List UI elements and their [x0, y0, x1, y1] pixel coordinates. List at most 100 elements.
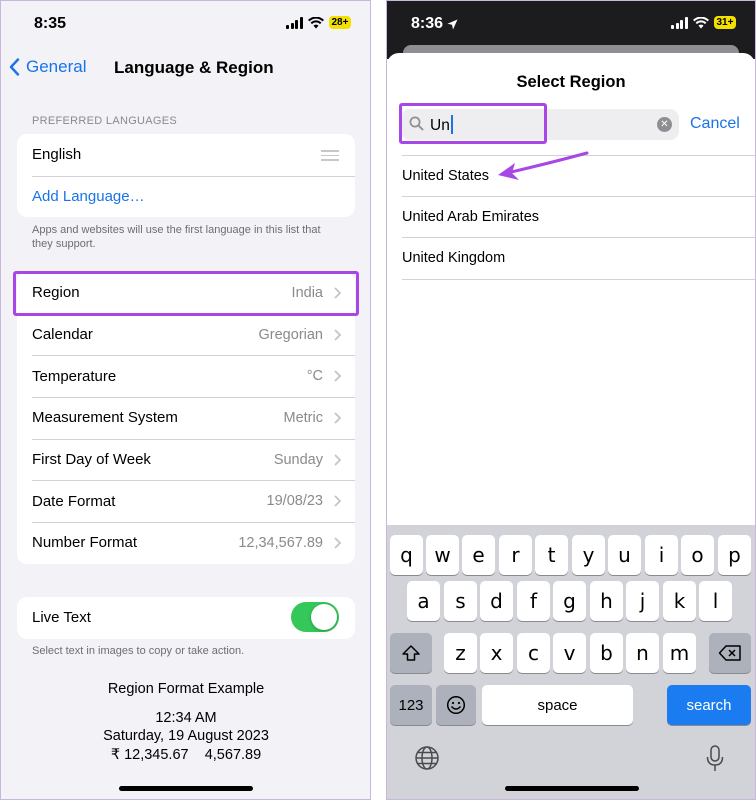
key-t[interactable]: t: [535, 535, 568, 575]
key-m[interactable]: m: [663, 633, 696, 673]
shift-key[interactable]: [390, 633, 432, 673]
settings-row-label: Number Format: [32, 534, 138, 552]
list-item[interactable]: United Kingdom: [402, 238, 755, 280]
region-name: United Arab Emirates: [402, 208, 540, 225]
search-field[interactable]: Un ✕: [401, 109, 679, 140]
microphone-icon[interactable]: [706, 745, 724, 773]
region-settings-group: Region India Calendar Gregorian Temperat…: [17, 272, 355, 564]
key-s[interactable]: s: [444, 581, 477, 621]
battery-icon: 28+: [328, 16, 352, 29]
numbers-key[interactable]: 123: [390, 685, 432, 725]
list-item[interactable]: United Arab Emirates: [402, 197, 755, 238]
key-v[interactable]: v: [553, 633, 586, 673]
page-title: Language & Region: [114, 58, 274, 77]
status-bar: 8:36 31+: [387, 1, 755, 45]
settings-row-temperature[interactable]: Temperature °C: [17, 355, 355, 397]
status-time: 8:36: [411, 15, 444, 32]
battery-icon: 31+: [713, 16, 737, 29]
cancel-button[interactable]: Cancel: [690, 115, 740, 133]
key-e[interactable]: e: [462, 535, 495, 575]
example-number: 4,567.89: [204, 747, 262, 763]
search-text: Un: [430, 115, 453, 135]
back-label: General: [26, 57, 87, 76]
chevron-right-icon: [334, 454, 341, 466]
region-format-example-title: Region Format Example: [107, 681, 265, 697]
space-key[interactable]: space: [482, 685, 633, 725]
annotation-arrow-icon: [498, 151, 589, 180]
settings-row-label: First Day of Week: [32, 451, 151, 469]
search-input[interactable]: Un: [430, 117, 450, 134]
live-text-label: Live Text: [32, 609, 91, 627]
key-f[interactable]: f: [517, 581, 550, 621]
chevron-right-icon: [334, 370, 341, 383]
chevron-right-icon: [334, 287, 341, 299]
status-time-group: 8:36: [411, 15, 458, 33]
key-d[interactable]: d: [480, 581, 513, 621]
settings-row-region[interactable]: Region India: [17, 272, 355, 314]
settings-row-calendar[interactable]: Calendar Gregorian: [17, 313, 355, 356]
wifi-icon: [692, 16, 709, 29]
preferred-languages-group: English Add Language…: [17, 134, 355, 218]
key-c[interactable]: c: [517, 633, 550, 673]
key-r[interactable]: r: [499, 535, 532, 575]
key-j[interactable]: j: [626, 581, 659, 621]
add-language-label: Add Language…: [32, 188, 145, 206]
delete-key[interactable]: [709, 633, 751, 673]
key-b[interactable]: b: [590, 633, 623, 673]
settings-row-value: 12,34,567.89: [238, 534, 323, 551]
key-w[interactable]: w: [426, 535, 459, 575]
settings-row-value: India: [291, 284, 323, 301]
settings-row-first-day-of-week[interactable]: First Day of Week Sunday: [17, 438, 355, 481]
shift-arrow-icon: [402, 645, 420, 661]
search-key[interactable]: search: [667, 685, 751, 725]
key-z[interactable]: z: [444, 633, 477, 673]
pane-divider: [371, 0, 386, 800]
language-label: English: [32, 146, 82, 164]
settings-row-value: °C: [306, 368, 323, 385]
wifi-icon: [307, 16, 324, 29]
key-l[interactable]: l: [699, 581, 732, 621]
status-icons: 31+: [671, 16, 737, 29]
key-x[interactable]: x: [480, 633, 513, 673]
select-region-screen: 8:36 31+ Select Region Un ✕ Cancel Unite…: [386, 0, 756, 800]
key-h[interactable]: h: [590, 581, 623, 621]
add-language-button[interactable]: Add Language…: [17, 175, 355, 218]
chevron-left-icon: [9, 58, 20, 76]
key-a[interactable]: a: [407, 581, 440, 621]
chevron-right-icon: [334, 412, 341, 424]
settings-row-date-format[interactable]: Date Format 19/08/23: [17, 480, 355, 522]
status-icons: 28+: [286, 16, 352, 29]
key-q[interactable]: q: [390, 535, 423, 575]
backspace-icon: [718, 645, 741, 661]
settings-row-value: 19/08/23: [266, 493, 323, 510]
key-y[interactable]: y: [572, 535, 605, 575]
reorder-handle-icon[interactable]: [321, 150, 339, 164]
settings-row-label: Date Format: [32, 492, 116, 510]
cellular-signal-icon: [671, 16, 688, 29]
live-text-toggle[interactable]: [291, 602, 339, 632]
keyboard: q w e r t y u i o p a s d f g h j k l z …: [387, 525, 755, 799]
emoji-key[interactable]: [436, 685, 476, 725]
key-k[interactable]: k: [663, 581, 696, 621]
chevron-right-icon: [334, 537, 341, 549]
location-arrow-icon: [447, 19, 458, 29]
clear-search-icon[interactable]: ✕: [657, 117, 672, 132]
example-time: 12:34 AM: [155, 710, 217, 726]
region-name: United Kingdom: [402, 250, 506, 267]
settings-row-label: Measurement System: [32, 409, 178, 427]
region-name: United States: [402, 167, 490, 184]
globe-icon[interactable]: [414, 745, 440, 771]
live-text-row: Live Text: [17, 597, 355, 639]
language-row-english[interactable]: English: [17, 134, 355, 176]
chevron-right-icon: [334, 329, 341, 341]
key-u[interactable]: u: [608, 535, 641, 575]
key-o[interactable]: o: [681, 535, 714, 575]
key-n[interactable]: n: [626, 633, 659, 673]
live-text-footnote: Select text in images to copy or take ac…: [32, 645, 245, 657]
settings-row-number-format[interactable]: Number Format 12,34,567.89: [17, 522, 355, 564]
key-p[interactable]: p: [718, 535, 751, 575]
back-button[interactable]: General: [9, 57, 86, 77]
settings-row-measurement-system[interactable]: Measurement System Metric: [17, 397, 355, 439]
key-g[interactable]: g: [553, 581, 586, 621]
key-i[interactable]: i: [645, 535, 678, 575]
